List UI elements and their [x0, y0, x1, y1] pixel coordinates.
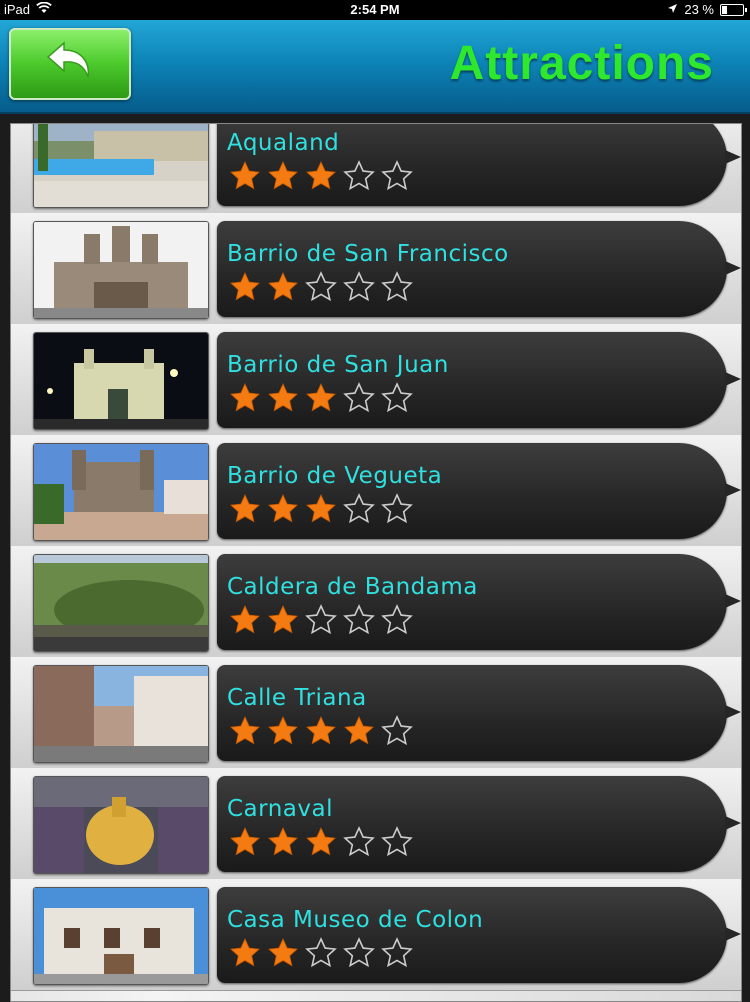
attraction-name: Barrio de San Juan — [227, 352, 449, 378]
star-filled-icon — [229, 826, 261, 858]
star-filled-icon — [267, 160, 299, 192]
status-right: 23 % — [667, 2, 747, 17]
star-empty-icon — [305, 271, 337, 303]
attraction-info-bubble[interactable]: Caldera de Bandama — [217, 554, 741, 650]
star-rating — [229, 493, 413, 525]
star-empty-icon — [343, 826, 375, 858]
attraction-info-bubble[interactable]: Casa Museo de Colon — [217, 887, 741, 983]
star-filled-icon — [343, 715, 375, 747]
star-rating — [229, 826, 413, 858]
star-filled-icon — [267, 271, 299, 303]
star-filled-icon — [305, 382, 337, 414]
star-empty-icon — [305, 937, 337, 969]
star-filled-icon — [267, 826, 299, 858]
attraction-thumbnail — [33, 887, 209, 985]
header-bar: Attractions — [0, 20, 750, 114]
attraction-row[interactable]: Casa Museo de Colon — [11, 879, 741, 991]
star-filled-icon — [229, 493, 261, 525]
star-filled-icon — [229, 382, 261, 414]
star-empty-icon — [381, 271, 413, 303]
back-arrow-icon — [42, 37, 98, 91]
attraction-info-bubble[interactable]: Barrio de Vegueta — [217, 443, 741, 539]
attraction-info-bubble[interactable]: Calle Triana — [217, 665, 741, 761]
attraction-info-bubble[interactable]: Carnaval — [217, 776, 741, 872]
page-title: Attractions — [449, 37, 714, 90]
star-empty-icon — [381, 937, 413, 969]
star-rating — [229, 937, 413, 969]
attraction-thumbnail — [33, 554, 209, 652]
star-empty-icon — [343, 604, 375, 636]
attraction-info-bubble[interactable]: Barrio de San Juan — [217, 332, 741, 428]
star-filled-icon — [305, 493, 337, 525]
star-rating — [229, 715, 413, 747]
star-rating — [229, 604, 413, 636]
attraction-row[interactable]: Carnaval — [11, 768, 741, 880]
star-empty-icon — [381, 604, 413, 636]
attraction-name: Barrio de San Francisco — [227, 241, 509, 267]
attraction-name: Casa Museo de Colon — [227, 907, 484, 933]
star-filled-icon — [267, 604, 299, 636]
star-filled-icon — [305, 826, 337, 858]
attraction-row[interactable]: Barrio de San Juan — [11, 324, 741, 436]
attraction-thumbnail — [33, 665, 209, 763]
back-button[interactable] — [9, 28, 131, 100]
attraction-row[interactable]: Calle Triana — [11, 657, 741, 769]
attraction-name: Aqualand — [227, 130, 340, 156]
attraction-thumbnail — [33, 332, 209, 430]
battery-percent: 23 % — [684, 2, 714, 17]
star-filled-icon — [305, 715, 337, 747]
star-empty-icon — [343, 382, 375, 414]
star-empty-icon — [381, 826, 413, 858]
star-filled-icon — [305, 160, 337, 192]
star-empty-icon — [305, 604, 337, 636]
star-filled-icon — [229, 271, 261, 303]
attraction-row[interactable]: Aqualand — [11, 124, 741, 214]
attraction-info-bubble[interactable]: Aqualand — [217, 124, 741, 206]
star-empty-icon — [343, 271, 375, 303]
status-bar: iPad 2:54 PM 23 % — [0, 0, 750, 20]
attraction-name: Barrio de Vegueta — [227, 463, 443, 489]
star-filled-icon — [267, 937, 299, 969]
star-empty-icon — [343, 160, 375, 192]
attraction-row[interactable]: Barrio de Vegueta — [11, 435, 741, 547]
attraction-name: Calle Triana — [227, 685, 367, 711]
star-filled-icon — [267, 493, 299, 525]
star-empty-icon — [381, 160, 413, 192]
attraction-info-bubble[interactable]: Barrio de San Francisco — [217, 221, 741, 317]
star-empty-icon — [381, 382, 413, 414]
attraction-thumbnail — [33, 443, 209, 541]
battery-level — [722, 5, 727, 14]
battery-icon — [720, 3, 747, 16]
attraction-row[interactable]: Barrio de San Francisco — [11, 213, 741, 325]
attraction-row[interactable]: Caldera de Bandama — [11, 546, 741, 658]
attraction-thumbnail — [33, 776, 209, 874]
attractions-list[interactable]: Aqualand Barrio de San Francisco Barrio de… — [10, 123, 742, 1002]
attraction-name: Caldera de Bandama — [227, 574, 478, 600]
star-rating — [229, 382, 413, 414]
star-rating — [229, 271, 413, 303]
attraction-thumbnail — [33, 124, 209, 208]
star-filled-icon — [229, 160, 261, 192]
star-filled-icon — [267, 382, 299, 414]
status-time: 2:54 PM — [350, 2, 400, 17]
star-filled-icon — [267, 715, 299, 747]
star-filled-icon — [229, 937, 261, 969]
star-filled-icon — [229, 604, 261, 636]
star-filled-icon — [229, 715, 261, 747]
location-icon — [667, 2, 678, 17]
attraction-thumbnail — [33, 221, 209, 319]
star-empty-icon — [381, 715, 413, 747]
star-rating — [229, 160, 413, 192]
star-empty-icon — [381, 493, 413, 525]
attraction-name: Carnaval — [227, 796, 333, 822]
star-empty-icon — [343, 937, 375, 969]
star-empty-icon — [343, 493, 375, 525]
